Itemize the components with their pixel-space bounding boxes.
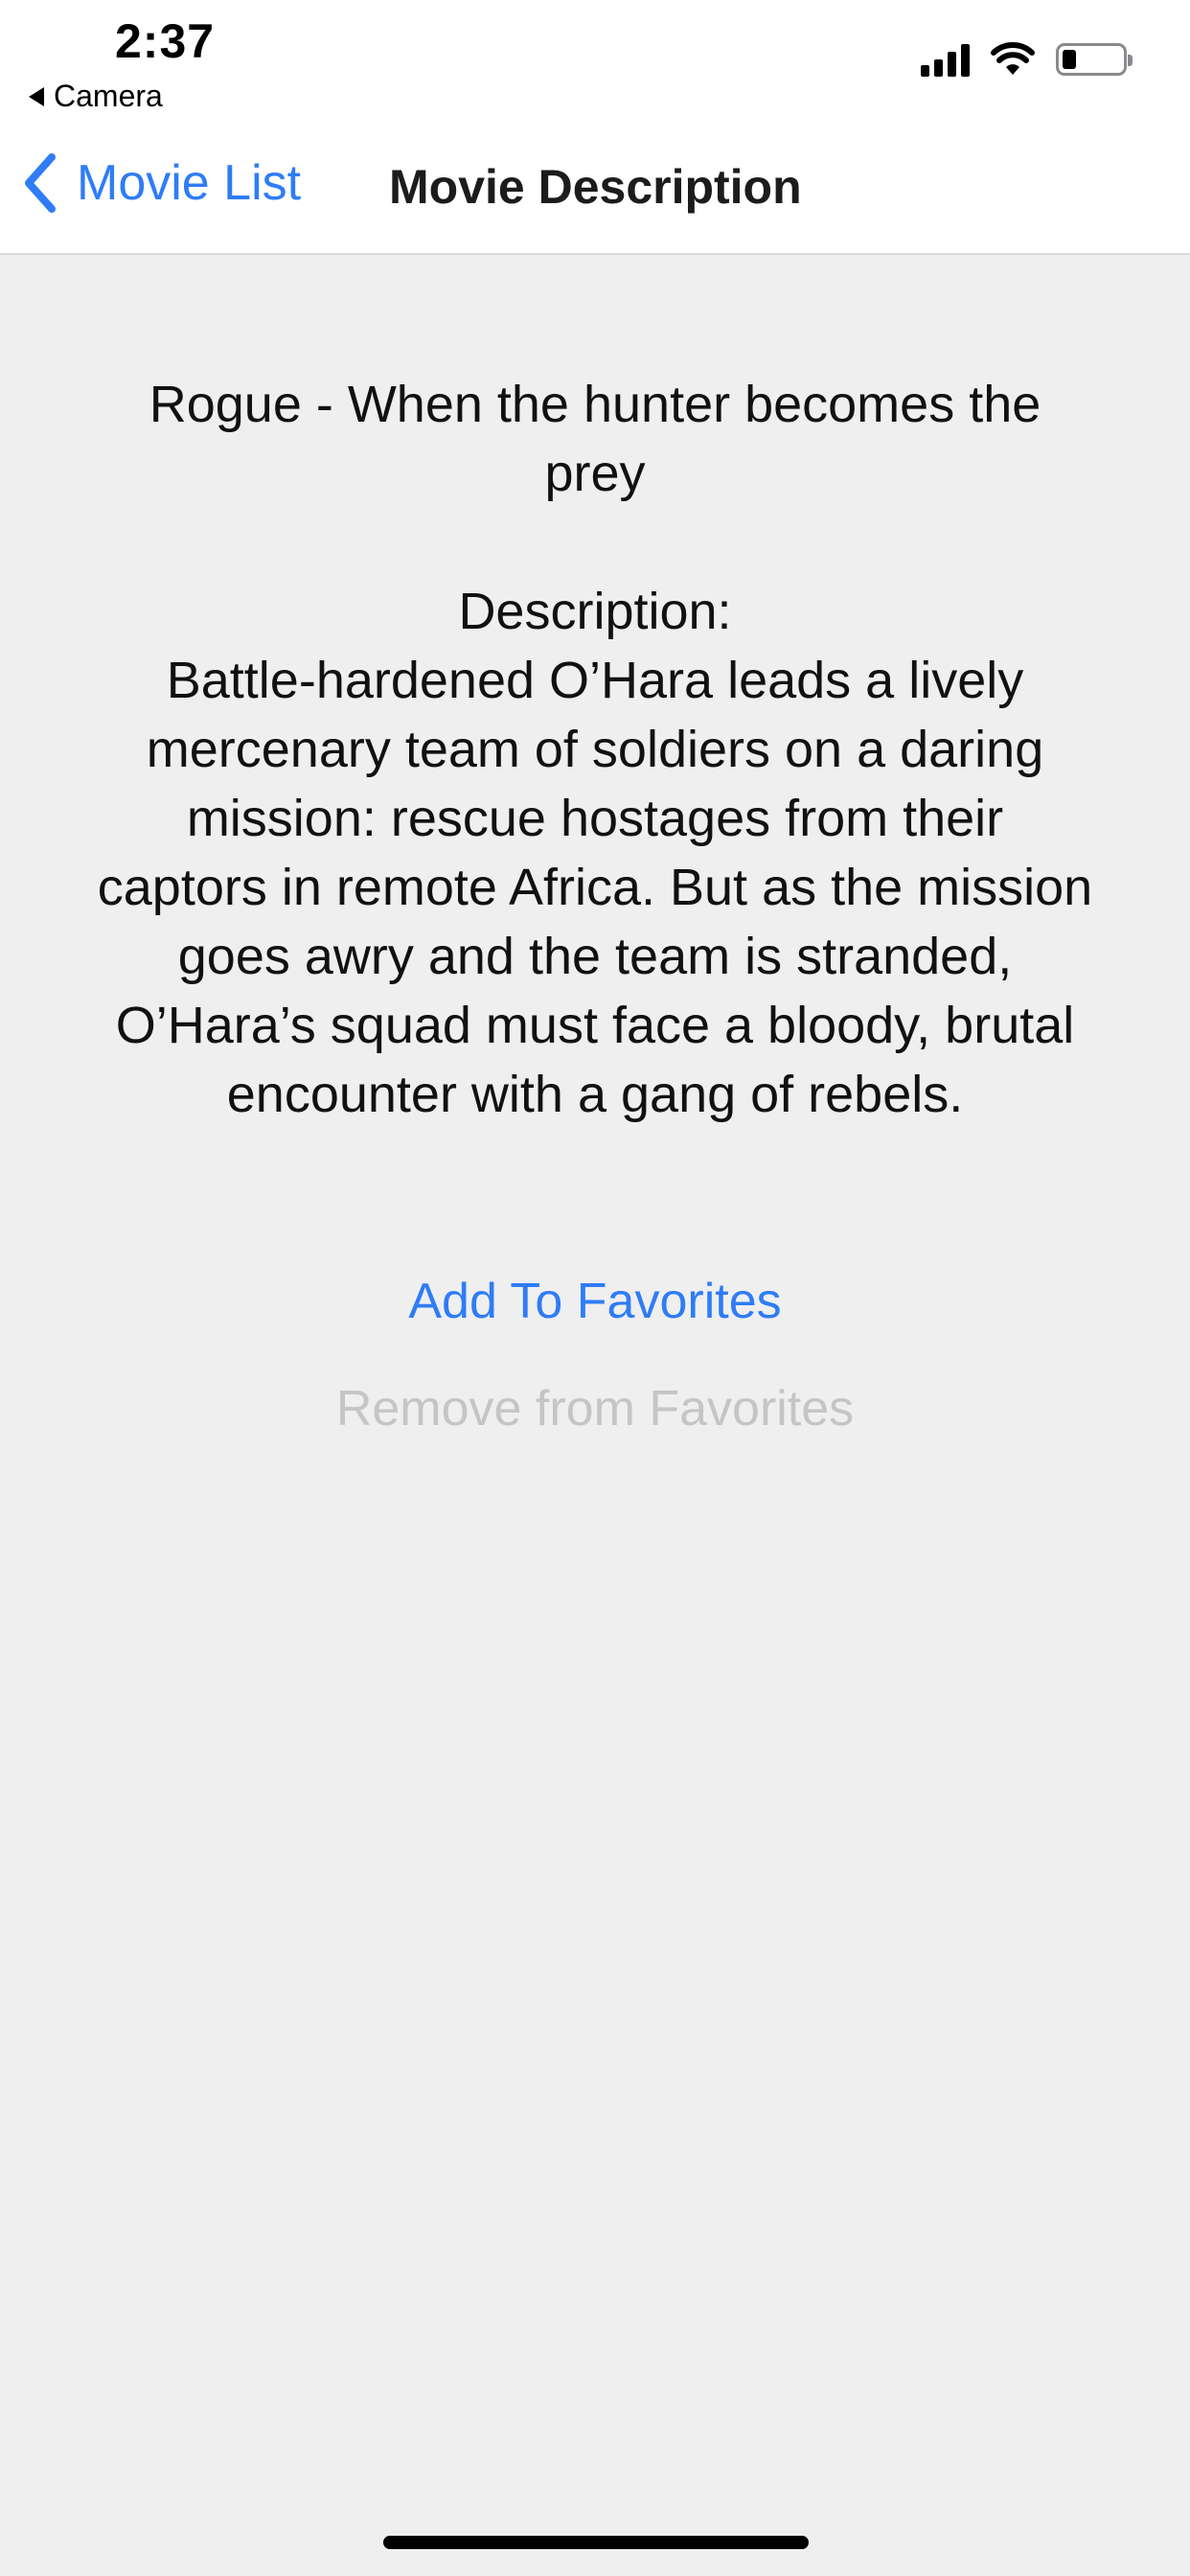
back-to-app-link[interactable]: Camera	[29, 79, 163, 114]
home-indicator[interactable]	[383, 2536, 809, 2549]
signal-icon	[921, 42, 970, 77]
movie-description: Battle-hardened O’Hara leads a lively me…	[97, 652, 1093, 1123]
back-button[interactable]: Movie List	[21, 153, 301, 213]
battery-icon	[1056, 43, 1133, 76]
back-triangle-icon	[29, 86, 44, 106]
navigation-header: 2:37 Camera Movie List Movie Description	[0, 0, 1190, 255]
movie-title: Rogue - When the hunter becomes the prey	[149, 376, 1041, 502]
chevron-left-icon	[25, 153, 56, 213]
page-title: Movie Description	[389, 160, 802, 214]
status-time: 2:37	[115, 14, 216, 68]
status-icons	[921, 42, 1133, 77]
back-button-label: Movie List	[77, 155, 302, 211]
wifi-icon	[991, 42, 1035, 75]
remove-from-favorites-button[interactable]: Remove from Favorites	[0, 1380, 1190, 1438]
back-to-app-label: Camera	[54, 79, 163, 113]
movie-details: Rogue - When the hunter becomes the prey…	[96, 370, 1094, 1129]
description-label: Description:	[458, 583, 732, 640]
add-to-favorites-button[interactable]: Add To Favorites	[0, 1273, 1190, 1330]
